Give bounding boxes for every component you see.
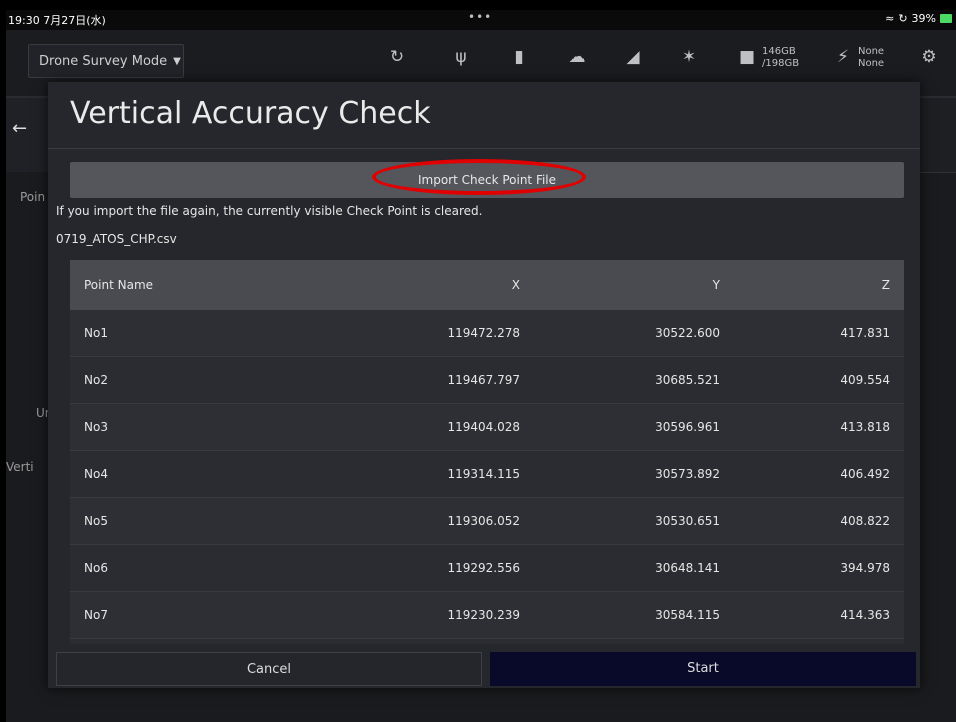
satellite-icon[interactable]: ✶ (678, 46, 700, 68)
usb-icon[interactable]: ψ (450, 46, 472, 68)
cell-point-name: No7 (84, 608, 108, 622)
status-time: 19:30 7月27日(水) (8, 14, 106, 27)
import-warning-text: If you import the file again, the curren… (56, 204, 483, 218)
refresh-icon[interactable]: ↻ (386, 46, 408, 68)
cell-y: 30596.961 (655, 420, 720, 434)
cell-z: 417.831 (840, 326, 890, 340)
table-row[interactable]: No7 119230.239 30584.115 414.363 (70, 592, 904, 639)
table-body: No1 119472.278 30522.600 417.831 No2 119… (70, 310, 904, 639)
sd-card-icon[interactable]: ▮ (508, 46, 530, 68)
cell-z: 408.822 (840, 514, 890, 528)
cell-y: 30648.141 (655, 561, 720, 575)
cell-x: 119467.797 (447, 373, 520, 387)
cell-point-name: No4 (84, 467, 108, 481)
table-row[interactable]: No5 119306.052 30530.651 408.822 (70, 498, 904, 545)
cell-y: 30522.600 (655, 326, 720, 340)
signal-icon[interactable]: ◢ (622, 46, 644, 68)
header-z: Z (881, 278, 890, 292)
status-bar: 19:30 7月27日(水) ••• ≈ ↻ 39% (6, 10, 956, 30)
cell-x: 119404.028 (447, 420, 520, 434)
imported-filename: 0719_ATOS_CHP.csv (56, 232, 177, 246)
mode-dropdown[interactable]: Drone Survey Mode ▼ (28, 44, 184, 78)
rotation-lock-icon: ↻ (898, 12, 908, 25)
cell-y: 30685.521 (655, 373, 720, 387)
cell-y: 30573.892 (655, 467, 720, 481)
power-bottom: None (858, 58, 885, 69)
app-frame: 19:30 7月27日(水) ••• ≈ ↻ 39% Drone Survey … (6, 10, 956, 722)
table-row[interactable]: No1 119472.278 30522.600 417.831 (70, 310, 904, 357)
cloud-icon[interactable]: ☁ (566, 46, 588, 68)
mode-label: Drone Survey Mode (39, 53, 168, 69)
header-y: Y (712, 278, 720, 292)
gear-icon[interactable]: ⚙ (918, 46, 940, 68)
header-x: X (511, 278, 520, 292)
import-check-point-button[interactable]: Import Check Point File (70, 162, 904, 198)
cancel-button[interactable]: Cancel (56, 652, 482, 686)
dialog-title: Vertical Accuracy Check (70, 96, 431, 131)
status-right: ≈ ↻ 39% (885, 12, 952, 25)
table-row[interactable]: No3 119404.028 30596.961 413.818 (70, 404, 904, 451)
check-point-table: Point Name X Y Z No1 119472.278 30522.60… (70, 260, 904, 644)
table-header: Point Name X Y Z (70, 260, 904, 310)
cell-x: 119230.239 (447, 608, 520, 622)
battery-percent: 39% (911, 12, 936, 25)
battery-icon (940, 14, 952, 23)
power-info: None None (858, 46, 884, 70)
cell-x: 119292.556 (447, 561, 520, 575)
cell-z: 414.363 (840, 608, 890, 622)
storage-info: 146GB /198GB (762, 46, 799, 70)
dialog-footer: Cancel Start (48, 644, 920, 688)
table-row[interactable]: No2 119467.797 30685.521 409.554 (70, 357, 904, 404)
cell-z: 406.492 (840, 467, 890, 481)
table-row[interactable]: No6 119292.556 30648.141 394.978 (70, 545, 904, 592)
cell-point-name: No6 (84, 561, 108, 575)
back-arrow-icon[interactable]: ← (12, 118, 27, 139)
cell-x: 119472.278 (447, 326, 520, 340)
power-top: None (858, 46, 885, 57)
title-divider (48, 148, 920, 149)
cell-z: 394.978 (840, 561, 890, 575)
storage-used: 146GB (762, 46, 796, 57)
start-button[interactable]: Start (490, 652, 916, 686)
cell-x: 119314.115 (447, 467, 520, 481)
cell-z: 409.554 (840, 373, 890, 387)
cell-point-name: No1 (84, 326, 108, 340)
cell-y: 30530.651 (655, 514, 720, 528)
vertical-accuracy-dialog: Vertical Accuracy Check Import Check Poi… (48, 82, 920, 688)
plug-icon[interactable]: ⚡ (832, 46, 854, 68)
cell-point-name: No3 (84, 420, 108, 434)
cell-point-name: No5 (84, 514, 108, 528)
cell-y: 30584.115 (655, 608, 720, 622)
multitask-dots-icon[interactable]: ••• (468, 10, 492, 24)
background-point-label: Poin (20, 190, 46, 204)
wifi-icon: ≈ (885, 12, 895, 25)
table-row[interactable]: No4 119314.115 30573.892 406.492 (70, 451, 904, 498)
cell-point-name: No2 (84, 373, 108, 387)
background-vert-label: Verti (6, 460, 34, 474)
cell-x: 119306.052 (447, 514, 520, 528)
storage-total: /198GB (762, 58, 800, 69)
header-point-name: Point Name (84, 278, 154, 292)
cell-z: 413.818 (840, 420, 890, 434)
caret-down-icon: ▼ (173, 55, 181, 67)
folder-icon[interactable]: ■ (736, 46, 758, 68)
